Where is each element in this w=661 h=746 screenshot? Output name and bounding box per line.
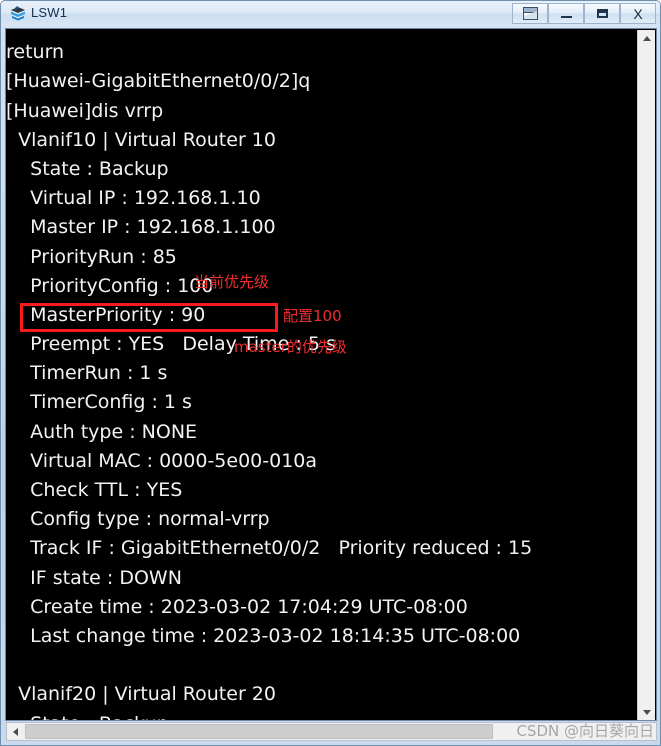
minimize-icon: [560, 16, 572, 18]
terminal-line: return: [6, 41, 65, 64]
scroll-down-button[interactable]: [638, 704, 655, 720]
terminal-line: PriorityConfig : 100: [6, 274, 214, 297]
terminal-line: Check TTL : YES: [6, 479, 183, 501]
terminal-line: #: [6, 29, 656, 38]
window-list-button[interactable]: [512, 3, 548, 24]
terminal-output: # return [Huawei-GigabitEthernet0/0/2]q [Hu…: [6, 29, 656, 720]
chevron-up-icon: [642, 36, 651, 41]
terminal-line: Create time : 2023-03-02 17:04:29 UTC-08…: [6, 595, 468, 618]
terminal-line: Vlanif20 | Virtual Router 20: [6, 683, 276, 706]
scroll-left-button[interactable]: [7, 723, 24, 740]
terminal-line: [Huawei]dis vrrp: [6, 99, 164, 122]
priority-run-annotation: 当前优先级: [194, 273, 270, 291]
terminal-line: TimerRun : 1 s: [6, 362, 168, 385]
terminal-line: [Huawei-GigabitEthernet0/0/2]q: [6, 70, 311, 93]
master-priority-annotation: master的优先级: [234, 338, 347, 356]
maximize-button[interactable]: [584, 3, 620, 24]
terminal-line: PriorityRun : 85: [6, 245, 177, 268]
vertical-scrollbar[interactable]: [637, 30, 655, 720]
terminal-line: IF state : DOWN: [6, 566, 182, 589]
terminal-panel: # return [Huawei-GigabitEthernet0/0/2]q [Hu…: [5, 28, 657, 721]
terminal-line: State : Backup: [6, 157, 169, 180]
minimize-button[interactable]: [548, 3, 584, 24]
switch-icon: [9, 5, 27, 23]
terminal-line: Auth type : NONE: [6, 420, 198, 443]
terminal-line: Last change time : 2023-03-02 18:14:35 U…: [6, 624, 521, 647]
chevron-down-icon: [642, 710, 651, 715]
terminal-line: Track IF : GigabitEthernet0/0/2 Priority…: [6, 537, 533, 560]
terminal-line: Master IP : 192.168.1.100: [6, 216, 276, 239]
terminal-line: TimerConfig : 1 s: [6, 391, 192, 414]
terminal-window: LSW1 X # return [Huawei-GigabitEthernet0/0…: [0, 0, 661, 746]
terminal-line: State : Backup: [6, 710, 656, 721]
window-title: LSW1: [31, 5, 68, 20]
maximize-icon: [596, 9, 608, 18]
horizontal-scroll-thumb[interactable]: [25, 724, 493, 739]
close-icon: X: [633, 5, 643, 22]
terminal-line: Config type : normal-vrrp: [6, 508, 270, 531]
close-button[interactable]: X: [620, 3, 656, 24]
priority-config-annotation: 配置100: [283, 307, 342, 325]
chevron-left-icon: [13, 727, 18, 736]
terminal-line: Virtual IP : 192.168.1.10: [6, 187, 261, 210]
scroll-up-button[interactable]: [638, 30, 655, 47]
watermark-text: CSDN @向日葵向日: [516, 722, 654, 740]
terminal-screen[interactable]: # return [Huawei-GigabitEthernet0/0/2]q [Hu…: [6, 29, 656, 720]
terminal-line: Virtual MAC : 0000-5e00-010a: [6, 449, 318, 472]
title-bar: LSW1 X: [1, 1, 660, 27]
window-list-icon: [522, 7, 538, 20]
priority-config-highlight-box: [20, 303, 278, 332]
terminal-line: Vlanif10 | Virtual Router 10: [6, 128, 276, 151]
